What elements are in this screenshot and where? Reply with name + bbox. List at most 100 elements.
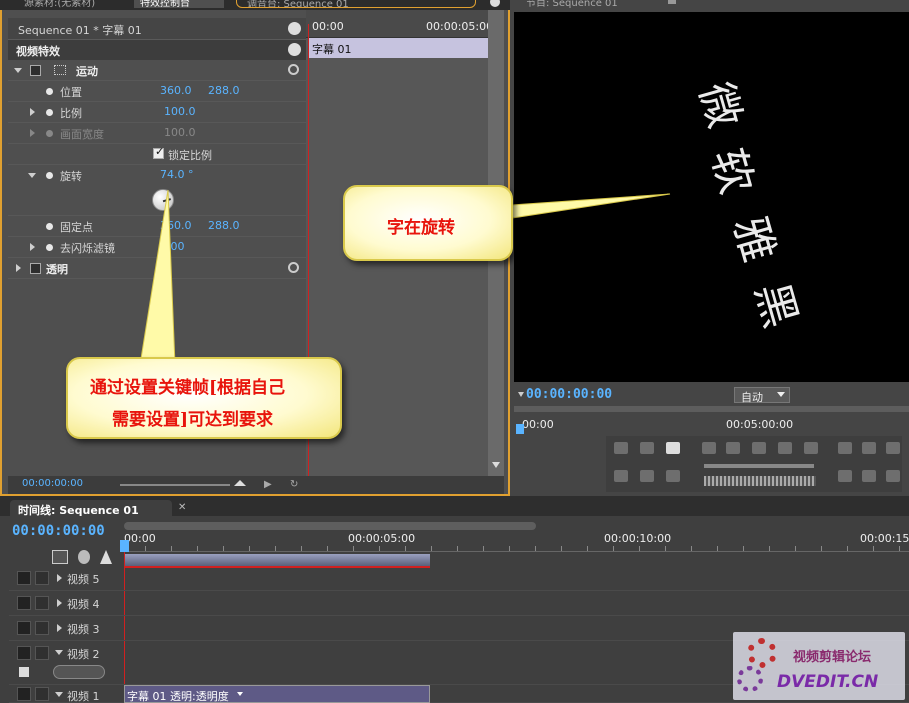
ec-timecode[interactable]: 00:00:00:00 <box>22 478 83 489</box>
keyframe-toggle-icon[interactable] <box>46 223 53 230</box>
eye-icon[interactable] <box>17 571 31 585</box>
lock-icon[interactable] <box>35 571 49 585</box>
expand-track-icon[interactable] <box>57 574 62 582</box>
lock-icon[interactable] <box>35 621 49 635</box>
keyframe-toggle-icon[interactable] <box>46 172 53 179</box>
fx-toggle-icon[interactable] <box>30 65 41 76</box>
anchor-x-value[interactable]: 360.0 <box>160 219 192 232</box>
lock-icon[interactable] <box>35 687 49 701</box>
rotation-value[interactable]: 74.0 ° <box>160 168 194 181</box>
expand-rotation-icon[interactable] <box>28 173 36 178</box>
motion-row[interactable]: 运动 <box>8 60 306 81</box>
timeline-zoom-bar[interactable] <box>124 522 536 530</box>
go-to-in-icon[interactable] <box>702 442 716 454</box>
transport-controls <box>606 436 902 492</box>
display-style-icon[interactable] <box>19 667 29 677</box>
scroll-up-icon[interactable] <box>288 43 301 56</box>
add-marker-icon[interactable] <box>100 550 112 564</box>
mark-in-icon[interactable] <box>614 442 628 454</box>
scroll-down-icon[interactable] <box>492 462 500 468</box>
ec-bottom-bar: 00:00:00:00 ▶ ↻ <box>8 476 504 494</box>
loop-icon[interactable] <box>666 470 680 482</box>
shuttle-slider[interactable] <box>704 464 814 468</box>
eye-icon[interactable] <box>17 596 31 610</box>
transform-icon[interactable] <box>54 65 66 75</box>
timeline-tab[interactable]: 时间线: Sequence 01 <box>10 500 172 517</box>
ec-clip-bar[interactable]: 字幕 01 <box>308 38 488 58</box>
antiflicker-row: 去闪烁滤镜 0.00 <box>8 237 306 258</box>
timeline-ruler[interactable]: 00:00 00:00:05:00 00:00:10:00 00:00:15: <box>120 530 909 552</box>
program-timecode[interactable]: 00:00:00:00 <box>526 387 612 402</box>
eye-icon[interactable] <box>17 646 31 660</box>
snap-icon[interactable] <box>52 550 68 564</box>
collapse-arrow-icon[interactable] <box>288 22 301 35</box>
keyframe-nav[interactable] <box>53 665 105 679</box>
scale-value[interactable]: 100.0 <box>164 105 196 118</box>
mark-clip-icon[interactable] <box>614 470 628 482</box>
mark-out-icon[interactable] <box>640 442 654 454</box>
keyframe-toggle-icon[interactable] <box>46 88 53 95</box>
program-menu-icon[interactable] <box>668 0 676 4</box>
collapse-track-icon[interactable] <box>55 692 63 697</box>
callout-rotating-label: 字在旋转 <box>387 218 455 238</box>
play-in-to-out-icon[interactable] <box>640 470 654 482</box>
timeline-timecode[interactable]: 00:00:00:00 <box>12 523 105 539</box>
dial-needle <box>162 198 172 203</box>
eye-icon[interactable] <box>17 621 31 635</box>
set-marker-icon[interactable] <box>666 442 680 454</box>
tab-effect-controls[interactable]: 特效控制台 <box>134 0 224 8</box>
eye-icon[interactable] <box>17 687 31 701</box>
lift-icon[interactable] <box>838 442 852 454</box>
loop-icon[interactable]: ↻ <box>290 479 298 490</box>
callout-rotating-text: 字在旋转 <box>343 185 513 261</box>
set-encore-marker-icon[interactable] <box>78 550 90 564</box>
expand-scale-icon[interactable] <box>30 108 35 116</box>
tab-source[interactable]: 源素材:(无素材) <box>24 0 134 8</box>
title-clip[interactable]: 字幕 01 透明:透明度 <box>124 685 430 703</box>
program-playhead[interactable] <box>516 424 524 434</box>
clip-dropdown-icon[interactable] <box>237 692 243 696</box>
jog-wheel[interactable] <box>704 476 816 486</box>
ec-ruler-end: 00:00:05:00 <box>426 20 494 33</box>
expand-track-icon[interactable] <box>57 599 62 607</box>
expand-opacity-icon[interactable] <box>16 264 21 272</box>
zoom-select[interactable]: 自动 <box>734 387 790 404</box>
zoom-in-icon[interactable] <box>234 480 246 486</box>
collapse-track-icon[interactable] <box>55 650 63 655</box>
extract-icon[interactable] <box>862 442 876 454</box>
lock-icon[interactable] <box>35 596 49 610</box>
reset-icon[interactable] <box>288 64 299 75</box>
dropdown-arrow-icon[interactable] <box>518 392 524 397</box>
expand-motion-icon[interactable] <box>14 68 22 73</box>
keyframe-toggle-icon[interactable] <box>46 244 53 251</box>
trim-icon[interactable] <box>886 442 900 454</box>
keyframe-toggle-icon[interactable] <box>46 109 53 116</box>
overlay-icon[interactable] <box>862 470 876 482</box>
lock-icon[interactable] <box>35 646 49 660</box>
go-to-out-icon[interactable] <box>804 442 818 454</box>
program-ruler[interactable]: 00:00 00:05:00:00 <box>514 406 909 434</box>
track-label: 视频 4 <box>67 598 100 611</box>
reset-icon[interactable] <box>288 262 299 273</box>
anchor-y-value[interactable]: 288.0 <box>208 219 240 232</box>
position-x-value[interactable]: 360.0 <box>160 84 192 97</box>
expand-track-icon[interactable] <box>57 624 62 632</box>
rotation-dial[interactable] <box>152 189 174 211</box>
insert-icon[interactable] <box>886 470 900 482</box>
expand-antiflicker-icon[interactable] <box>30 243 35 251</box>
export-frame-icon[interactable] <box>838 470 852 482</box>
tab-audio-mixer[interactable]: 调音台: Sequence 01 <box>236 0 476 8</box>
ec-ruler-start: 00:00 <box>312 20 344 33</box>
zoom-slider[interactable] <box>120 484 230 486</box>
close-tab-icon[interactable]: ✕ <box>178 502 186 513</box>
step-forward-icon[interactable] <box>778 442 792 454</box>
antiflicker-value[interactable]: 0.00 <box>160 240 185 253</box>
opacity-row[interactable]: 透明 <box>8 258 306 279</box>
step-back-icon[interactable] <box>726 442 740 454</box>
program-tab[interactable]: 节目: Sequence 01 <box>526 0 666 8</box>
play-audio-icon[interactable]: ▶ <box>264 479 272 490</box>
play-icon[interactable] <box>752 442 766 454</box>
fx-toggle-icon[interactable] <box>30 263 41 274</box>
position-y-value[interactable]: 288.0 <box>208 84 240 97</box>
playhead-marker-icon[interactable] <box>120 540 129 552</box>
